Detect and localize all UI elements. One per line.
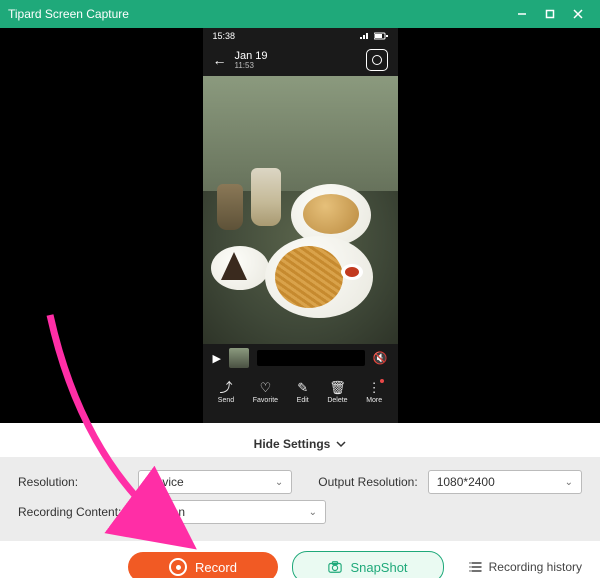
chevron-down-icon (336, 439, 346, 449)
phone-statusbar: 15:38 (203, 28, 398, 44)
app-title: Tipard Screen Capture (8, 7, 508, 21)
send-action[interactable]: ⤴Send (218, 381, 234, 404)
thumbnail-bar (257, 350, 365, 366)
output-resolution-select[interactable]: 1080*2400 ⌄ (428, 470, 582, 494)
record-button[interactable]: Record (128, 552, 278, 578)
resolution-select[interactable]: Device ⌄ (138, 470, 292, 494)
preview-area: 15:38 ← Jan 19 11:53 ▶ 🔇 (0, 28, 600, 423)
recording-history-link[interactable]: Recording history (469, 560, 582, 574)
battery-icon (374, 32, 388, 40)
hide-settings-label: Hide Settings (254, 437, 331, 451)
lens-icon[interactable] (366, 49, 388, 71)
chevron-down-icon: ⌄ (275, 477, 283, 488)
camera-icon (328, 560, 342, 574)
settings-panel: Hide Settings Resolution: Device ⌄ Outpu… (0, 423, 600, 578)
favorite-action[interactable]: ♡Favorite (253, 381, 278, 404)
trash-icon: 🗑 (329, 381, 346, 395)
more-action[interactable]: ⋮More (366, 381, 382, 404)
edit-action[interactable]: ✎Edit (297, 381, 309, 404)
share-icon: ⤴ (219, 381, 232, 395)
minimize-button[interactable] (508, 0, 536, 28)
hide-settings-toggle[interactable]: Hide Settings (0, 431, 600, 457)
record-icon (169, 558, 187, 576)
phone-status-icons (360, 32, 388, 40)
phone-actions: ⤴Send ♡Favorite ✎Edit 🗑Delete ⋮More (203, 372, 398, 412)
delete-action[interactable]: 🗑Delete (327, 381, 347, 404)
signal-icon (360, 32, 370, 40)
photo-content (203, 76, 398, 344)
resolution-label: Resolution: (18, 475, 128, 489)
chevron-down-icon: ⌄ (565, 477, 573, 488)
photo-date: Jan 19 11:53 (235, 51, 358, 70)
recording-content-select[interactable]: Screen ⌄ (138, 500, 326, 524)
close-button[interactable] (564, 0, 592, 28)
phone-time: 15:38 (213, 31, 236, 41)
list-icon (469, 560, 483, 574)
pencil-icon: ✎ (297, 381, 308, 395)
phone-header: ← Jan 19 11:53 (203, 44, 398, 76)
play-icon[interactable]: ▶ (213, 352, 221, 365)
settings-form: Resolution: Device ⌄ Output Resolution: … (0, 457, 600, 541)
heart-icon: ♡ (260, 381, 272, 395)
output-resolution-label: Output Resolution: (318, 475, 417, 489)
more-icon: ⋮ (368, 381, 381, 395)
snapshot-button[interactable]: SnapShot (292, 551, 444, 578)
titlebar: Tipard Screen Capture (0, 0, 600, 28)
button-row: Record SnapShot Recording history (0, 541, 600, 578)
back-icon[interactable]: ← (213, 52, 227, 68)
recording-content-label: Recording Content: (18, 505, 128, 519)
chevron-down-icon: ⌄ (309, 507, 317, 518)
maximize-button[interactable] (536, 0, 564, 28)
phone-screen: 15:38 ← Jan 19 11:53 ▶ 🔇 (203, 28, 398, 423)
mute-icon[interactable]: 🔇 (373, 351, 388, 365)
thumbnail[interactable] (229, 348, 249, 368)
phone-thumbnails: ▶ 🔇 (203, 344, 398, 372)
